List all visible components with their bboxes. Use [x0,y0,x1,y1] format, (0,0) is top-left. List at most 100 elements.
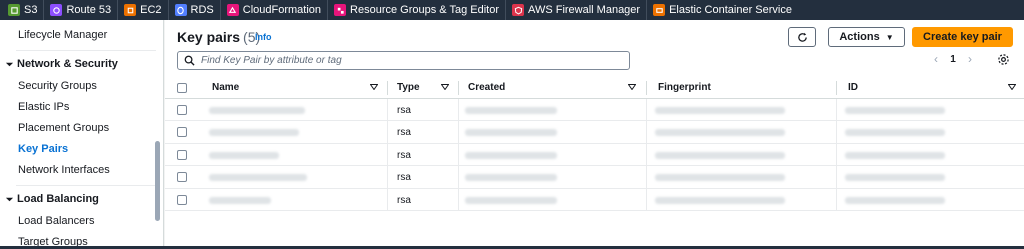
cell-divider [387,99,388,121]
select-all-checkbox[interactable] [177,83,187,93]
refresh-button[interactable] [788,27,816,47]
favorite-ec2[interactable]: EC2 [124,0,169,20]
sidebar-section-load-balancing[interactable]: Load Balancing [4,193,99,205]
cell-divider [458,99,459,121]
column-header-created[interactable]: Created [468,82,505,93]
column-separator[interactable] [458,81,459,95]
table-row[interactable]: rsa [165,99,1024,122]
gear-icon[interactable] [997,53,1010,66]
sidebar-item-key-pairs[interactable]: Key Pairs [18,143,68,155]
search-icon [184,55,195,66]
table-row[interactable]: rsa [165,121,1024,144]
row-checkbox[interactable] [177,194,187,205]
ecs-icon [653,4,666,16]
favorite-label: RDS [190,4,214,16]
redacted-created [465,129,557,137]
next-page-icon[interactable]: › [963,52,977,66]
actions-button[interactable]: Actions ▼ [828,27,905,47]
favorite-ecs[interactable]: Elastic Container Service [653,0,798,20]
column-separator[interactable] [836,81,837,95]
sidebar-divider [16,50,156,51]
actions-label: Actions [839,31,880,43]
favorite-label: Elastic Container Service [669,4,792,16]
table-row[interactable]: rsa [165,143,1024,167]
column-separator[interactable] [387,81,388,95]
redacted-fingerprint [655,129,785,137]
cell-divider [458,121,459,144]
row-checkbox[interactable] [177,172,187,183]
column-separator[interactable] [646,81,647,95]
table-row[interactable]: rsa [165,188,1024,211]
sort-icon[interactable] [1008,84,1016,90]
previous-page-icon[interactable]: ‹ [929,52,943,66]
type-cell: rsa [397,149,411,161]
sidebar-item-elastic-ips[interactable]: Elastic IPs [18,101,69,113]
table-row[interactable]: rsa [165,166,1024,189]
row-checkbox[interactable] [177,149,187,160]
cell-divider [646,99,647,121]
favorite-rds[interactable]: RDS [174,0,221,20]
row-checkbox[interactable] [177,105,187,115]
redacted-id [845,107,945,114]
sidebar-item-network-interfaces[interactable]: Network Interfaces [18,164,110,176]
pagination: ‹ 1 › [929,52,977,66]
sidebar-item-security-groups[interactable]: Security Groups [18,80,97,92]
cell-divider [458,166,459,189]
table-header: Name Type Created Fingerprint ID [165,78,1024,99]
create-key-pair-button[interactable]: Create key pair [912,27,1013,47]
sidebar-divider [16,185,156,186]
favorite-cloudformation[interactable]: CloudFormation [226,0,329,20]
favorite-route53[interactable]: Route 53 [50,0,119,20]
sidebar-section-label: Network & Security [17,58,118,70]
create-key-pair-label: Create key pair [923,31,1002,43]
ec2-icon [124,4,137,16]
sidebar-scrollbar[interactable] [155,141,160,221]
sidebar-item-load-balancers[interactable]: Load Balancers [18,215,94,227]
favorite-firewall-manager[interactable]: AWS Firewall Manager [512,0,648,20]
sidebar-item-placement-groups[interactable]: Placement Groups [18,122,109,134]
favorite-label: S3 [24,4,38,16]
firewall-manager-icon [512,4,525,16]
column-header-id[interactable]: ID [848,82,858,93]
cloudformation-icon [226,4,239,16]
cell-divider [836,166,837,189]
caret-down-icon: ▼ [885,32,894,42]
favorite-label: CloudFormation [242,4,322,16]
row-checkbox[interactable] [177,127,187,138]
cell-divider [387,143,388,166]
main-panel: Key pairs (5) Info Actions ▼ Create key p… [165,20,1024,249]
cell-divider [387,121,388,144]
favorite-label: Resource Groups & Tag Editor [350,4,500,16]
redacted-name [209,196,271,204]
page-number[interactable]: 1 [943,54,963,65]
column-header-name[interactable]: Name [212,82,239,93]
sidebar-item-lifecycle-manager[interactable]: Lifecycle Manager [18,29,107,41]
cell-divider [836,121,837,144]
cell-divider [646,166,647,189]
sort-icon[interactable] [628,84,636,90]
sort-icon[interactable] [370,84,378,90]
favorite-resource-groups[interactable]: Resource Groups & Tag Editor [334,0,507,20]
redacted-created [465,174,557,182]
search-box [177,51,630,70]
favorite-label: Route 53 [66,4,112,16]
rds-icon [174,4,187,16]
redacted-id [845,196,945,204]
redacted-name [209,107,305,114]
favorite-s3[interactable]: S3 [8,0,45,20]
type-cell: rsa [397,172,411,184]
type-cell: rsa [397,127,411,139]
cell-divider [646,121,647,144]
sidebar-section-network-security[interactable]: Network & Security [4,58,118,70]
info-link[interactable]: Info [255,32,272,42]
column-header-type[interactable]: Type [397,82,420,93]
search-input[interactable] [201,55,621,66]
sort-icon[interactable] [441,84,449,90]
cell-divider [387,166,388,189]
type-cell: rsa [397,194,411,206]
column-header-fingerprint[interactable]: Fingerprint [658,82,711,93]
refresh-icon [797,32,807,42]
cell-divider [387,188,388,211]
page-title: Key pairs (5) [177,29,260,45]
caret-down-icon [4,194,14,204]
